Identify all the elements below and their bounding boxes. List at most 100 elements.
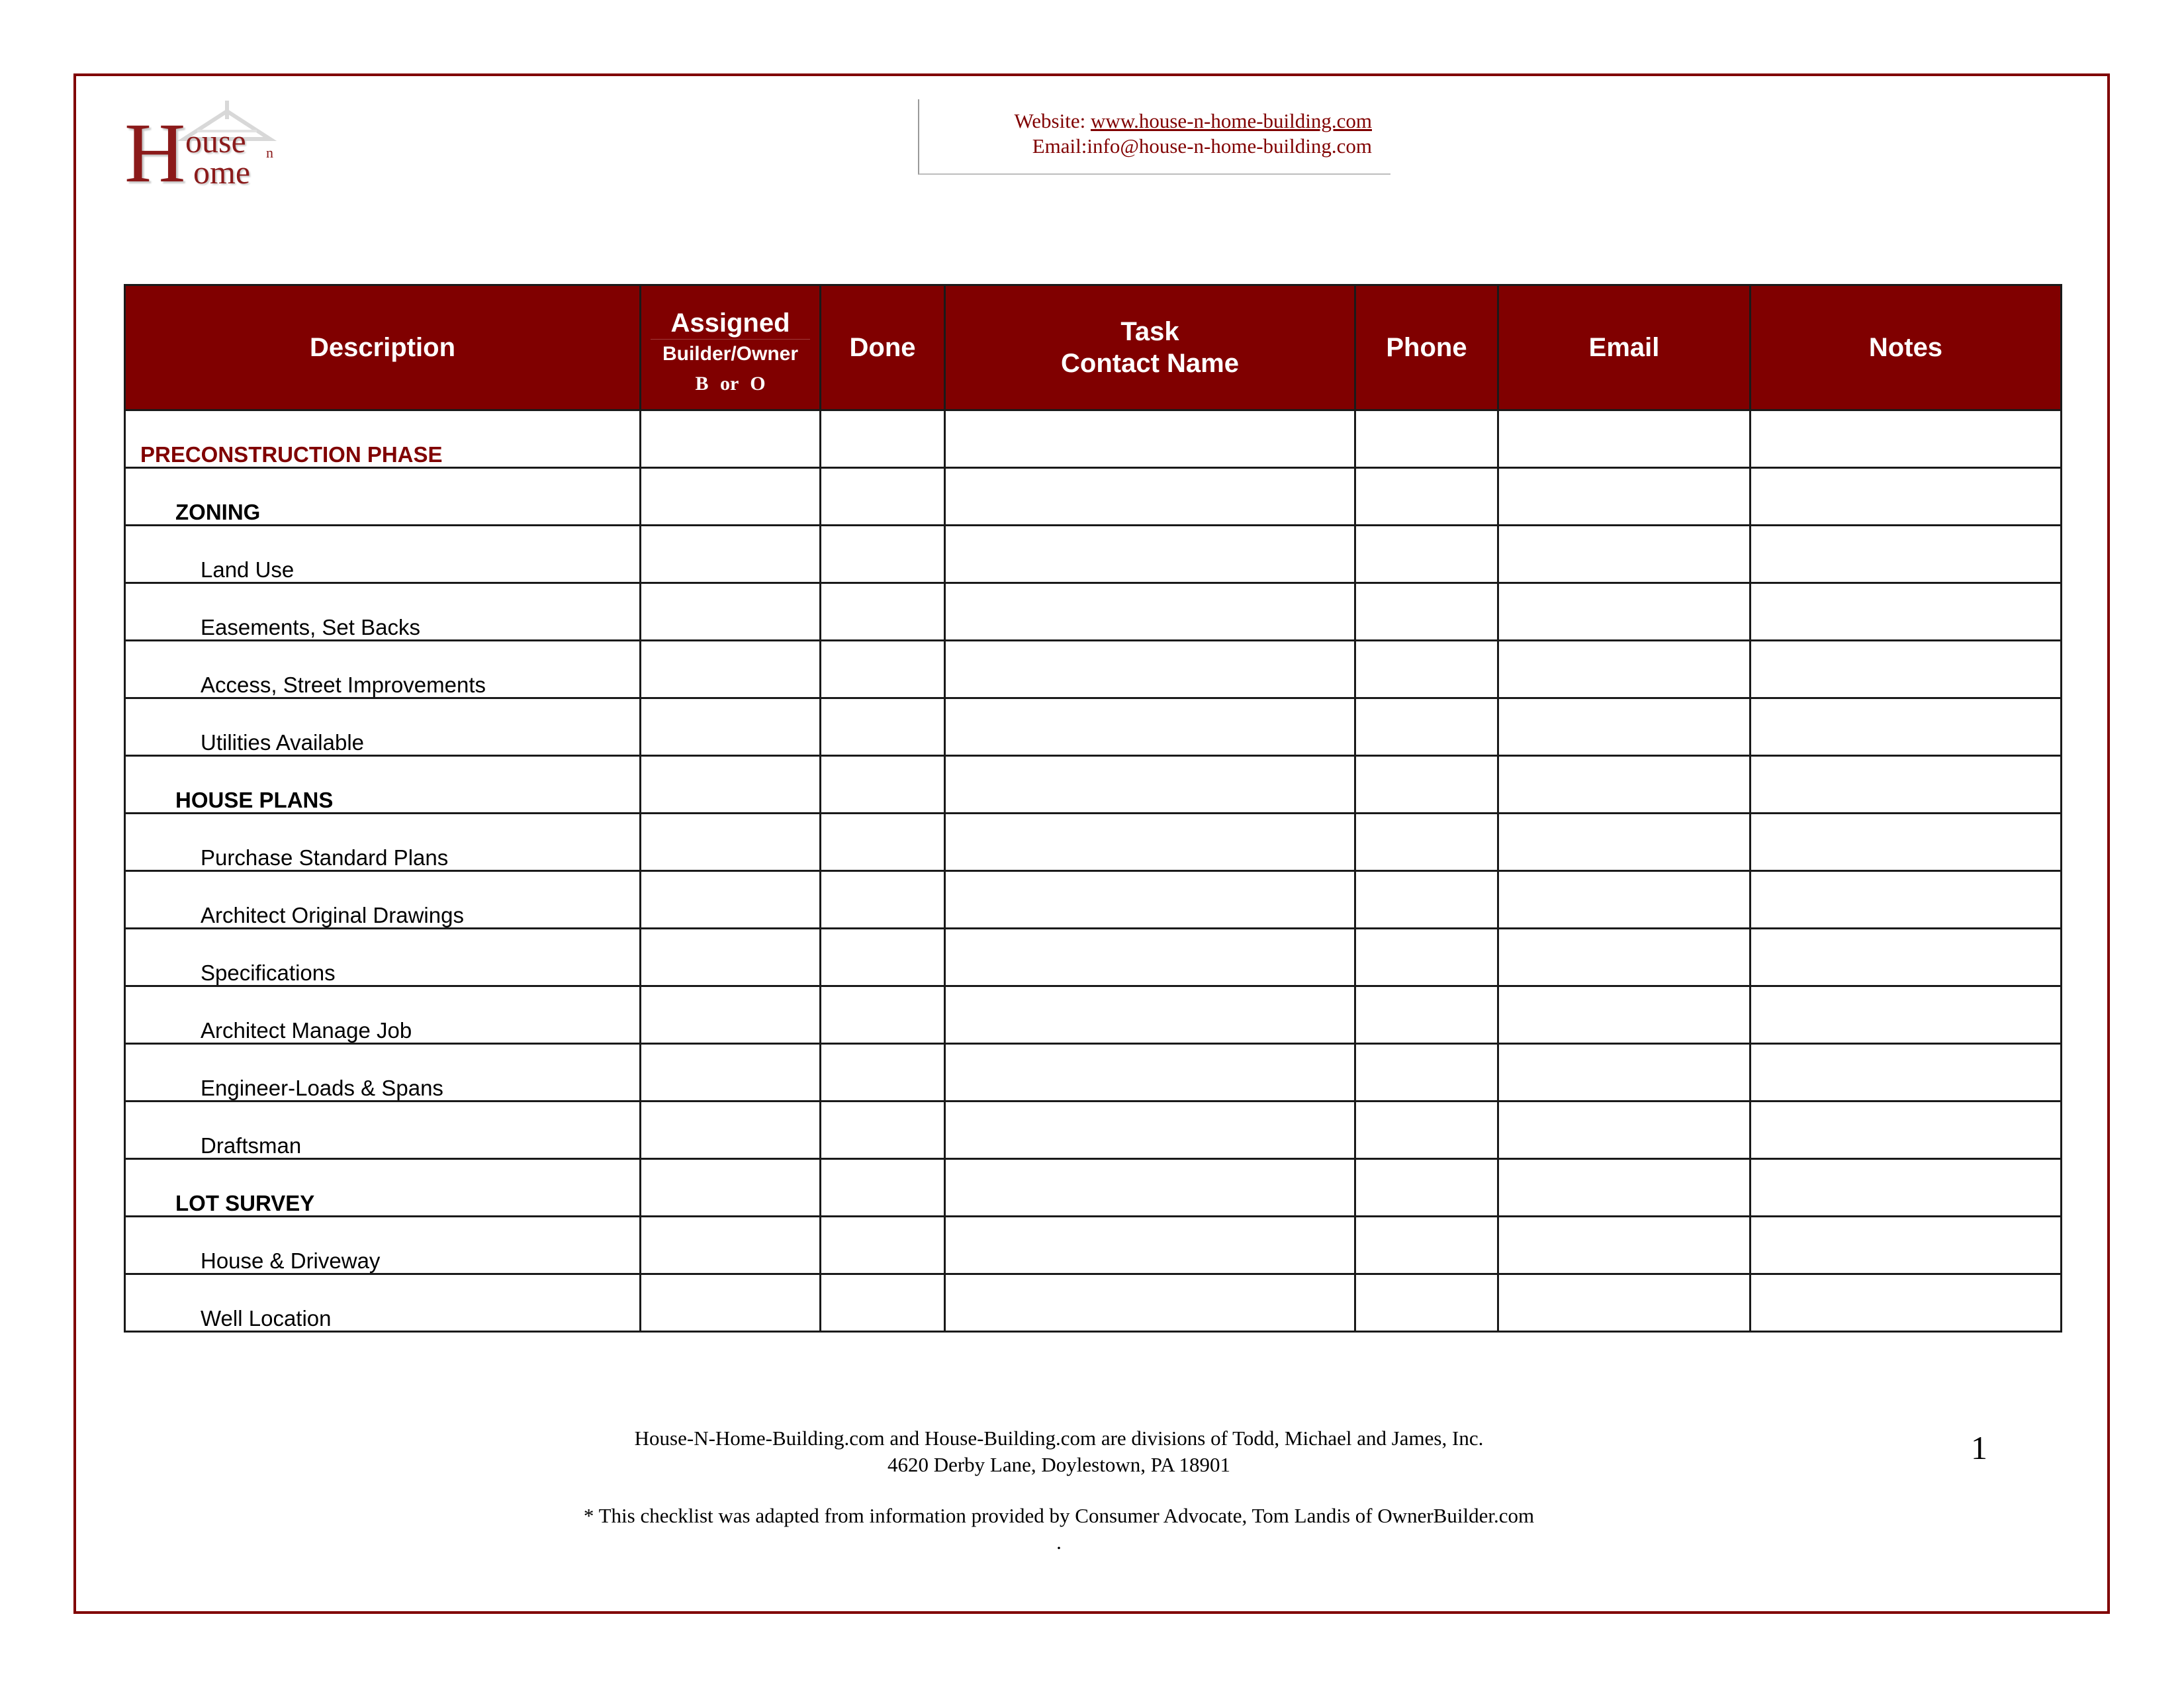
email-cell[interactable] xyxy=(1497,1100,1751,1160)
notes-cell[interactable] xyxy=(1749,985,2062,1045)
done-cell[interactable] xyxy=(819,1158,946,1217)
phone-cell[interactable] xyxy=(1354,1043,1499,1102)
phone-cell[interactable] xyxy=(1354,1215,1499,1275)
email-cell[interactable] xyxy=(1497,697,1751,757)
phone-cell[interactable] xyxy=(1354,755,1499,814)
contact-name-cell[interactable] xyxy=(944,1043,1356,1102)
contact-name-cell[interactable] xyxy=(944,985,1356,1045)
phone-cell[interactable] xyxy=(1354,582,1499,641)
assigned-cell[interactable] xyxy=(639,697,821,757)
assigned-cell[interactable] xyxy=(639,639,821,699)
phase-heading: PRECONSTRUCTION PHASE xyxy=(140,442,443,467)
email-cell[interactable] xyxy=(1497,582,1751,641)
phone-cell[interactable] xyxy=(1354,1100,1499,1160)
contact-name-cell[interactable] xyxy=(944,1215,1356,1275)
notes-cell[interactable] xyxy=(1749,1158,2062,1217)
done-cell[interactable] xyxy=(819,985,946,1045)
contact-name-cell[interactable] xyxy=(944,927,1356,987)
email-cell[interactable] xyxy=(1497,1215,1751,1275)
email-cell[interactable] xyxy=(1497,812,1751,872)
assigned-cell[interactable] xyxy=(639,985,821,1045)
phone-cell[interactable] xyxy=(1354,927,1499,987)
assigned-cell[interactable] xyxy=(639,467,821,526)
phone-cell[interactable] xyxy=(1354,870,1499,929)
done-cell[interactable] xyxy=(819,812,946,872)
assigned-cell[interactable] xyxy=(639,524,821,584)
email-cell[interactable] xyxy=(1497,467,1751,526)
contact-name-cell[interactable] xyxy=(944,467,1356,526)
assigned-cell[interactable] xyxy=(639,409,821,469)
website-link[interactable]: www.house-n-home-building.com xyxy=(1091,109,1372,132)
email-cell[interactable] xyxy=(1497,1043,1751,1102)
contact-name-cell[interactable] xyxy=(944,697,1356,757)
email-cell[interactable] xyxy=(1497,870,1751,929)
assigned-cell[interactable] xyxy=(639,1100,821,1160)
notes-cell[interactable] xyxy=(1749,467,2062,526)
contact-name-cell[interactable] xyxy=(944,409,1356,469)
assigned-cell[interactable] xyxy=(639,812,821,872)
phone-cell[interactable] xyxy=(1354,639,1499,699)
notes-cell[interactable] xyxy=(1749,524,2062,584)
notes-cell[interactable] xyxy=(1749,639,2062,699)
phone-cell[interactable] xyxy=(1354,1273,1499,1333)
done-cell[interactable] xyxy=(819,582,946,641)
email-cell[interactable] xyxy=(1497,1273,1751,1333)
assigned-cell[interactable] xyxy=(639,927,821,987)
done-cell[interactable] xyxy=(819,870,946,929)
email-cell[interactable] xyxy=(1497,409,1751,469)
notes-cell[interactable] xyxy=(1749,409,2062,469)
phone-cell[interactable] xyxy=(1354,812,1499,872)
notes-cell[interactable] xyxy=(1749,1043,2062,1102)
phone-cell[interactable] xyxy=(1354,1158,1499,1217)
notes-cell[interactable] xyxy=(1749,582,2062,641)
email-cell[interactable] xyxy=(1497,755,1751,814)
notes-cell[interactable] xyxy=(1749,812,2062,872)
notes-cell[interactable] xyxy=(1749,697,2062,757)
email-cell[interactable] xyxy=(1497,1158,1751,1217)
notes-cell[interactable] xyxy=(1749,755,2062,814)
contact-name-cell[interactable] xyxy=(944,639,1356,699)
notes-cell[interactable] xyxy=(1749,1273,2062,1333)
email-cell[interactable] xyxy=(1497,524,1751,584)
contact-name-cell[interactable] xyxy=(944,1100,1356,1160)
notes-cell[interactable] xyxy=(1749,1100,2062,1160)
phone-cell[interactable] xyxy=(1354,524,1499,584)
assigned-cell[interactable] xyxy=(639,1273,821,1333)
contact-name-cell[interactable] xyxy=(944,812,1356,872)
done-cell[interactable] xyxy=(819,639,946,699)
assigned-cell[interactable] xyxy=(639,755,821,814)
contact-name-cell[interactable] xyxy=(944,524,1356,584)
assigned-cell[interactable] xyxy=(639,1043,821,1102)
email-cell[interactable] xyxy=(1497,985,1751,1045)
contact-name-cell[interactable] xyxy=(944,582,1356,641)
phone-cell[interactable] xyxy=(1354,697,1499,757)
assigned-cell[interactable] xyxy=(639,1158,821,1217)
phone-cell[interactable] xyxy=(1354,985,1499,1045)
done-cell[interactable] xyxy=(819,697,946,757)
notes-cell[interactable] xyxy=(1749,870,2062,929)
phone-cell[interactable] xyxy=(1354,409,1499,469)
contact-name-cell[interactable] xyxy=(944,1273,1356,1333)
task-description: Land Use xyxy=(201,557,295,582)
done-cell[interactable] xyxy=(819,1043,946,1102)
contact-name-cell[interactable] xyxy=(944,1158,1356,1217)
notes-cell[interactable] xyxy=(1749,1215,2062,1275)
email-cell[interactable] xyxy=(1497,927,1751,987)
assigned-cell[interactable] xyxy=(639,582,821,641)
done-cell[interactable] xyxy=(819,927,946,987)
done-cell[interactable] xyxy=(819,1215,946,1275)
email-cell[interactable] xyxy=(1497,639,1751,699)
phone-cell[interactable] xyxy=(1354,467,1499,526)
done-cell[interactable] xyxy=(819,524,946,584)
done-cell[interactable] xyxy=(819,1100,946,1160)
contact-name-cell[interactable] xyxy=(944,755,1356,814)
table-row: Well Location xyxy=(124,1273,2062,1333)
notes-cell[interactable] xyxy=(1749,927,2062,987)
assigned-cell[interactable] xyxy=(639,870,821,929)
done-cell[interactable] xyxy=(819,1273,946,1333)
done-cell[interactable] xyxy=(819,409,946,469)
contact-name-cell[interactable] xyxy=(944,870,1356,929)
done-cell[interactable] xyxy=(819,755,946,814)
done-cell[interactable] xyxy=(819,467,946,526)
assigned-cell[interactable] xyxy=(639,1215,821,1275)
